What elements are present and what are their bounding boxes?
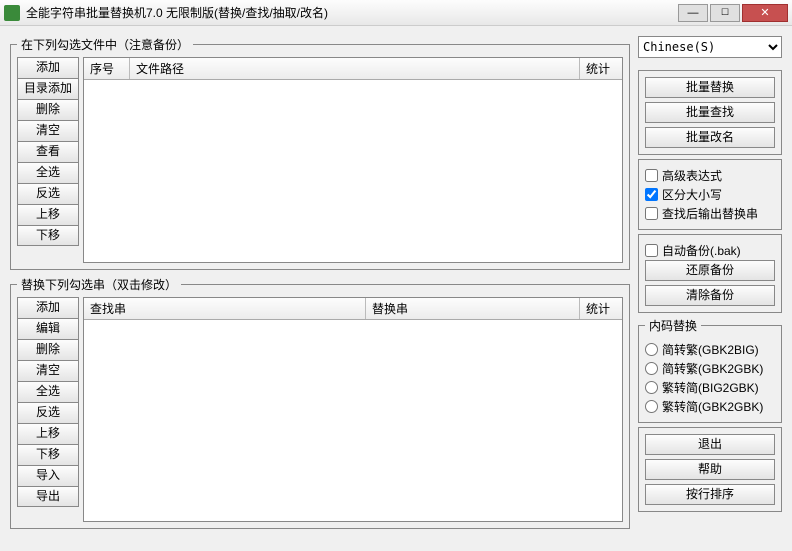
strings-add-button[interactable]: 添加 xyxy=(17,297,79,318)
files-select-all-button[interactable]: 全选 xyxy=(17,162,79,183)
files-col-path[interactable]: 文件路径 xyxy=(130,58,580,79)
bottom-buttons-panel: 退出 帮助 按行排序 xyxy=(638,427,782,512)
app-icon xyxy=(4,5,20,21)
exit-button[interactable]: 退出 xyxy=(645,434,775,455)
strings-edit-button[interactable]: 编辑 xyxy=(17,318,79,339)
close-button[interactable]: ✕ xyxy=(742,4,788,22)
strings-panel: 替换下列勾选串（双击修改） 添加 编辑 删除 清空 全选 反选 上移 下移 导入… xyxy=(10,276,630,529)
minimize-button[interactable]: — xyxy=(678,4,708,22)
files-invert-sel-button[interactable]: 反选 xyxy=(17,183,79,204)
conv-gbk2gbk-s2t-radio[interactable]: 简转繁(GBK2GBK) xyxy=(645,359,775,378)
encoding-select[interactable]: Chinese(S) xyxy=(638,36,782,58)
options-panel: 高级表达式 区分大小写 查找后输出替换串 xyxy=(638,159,782,230)
strings-col-find[interactable]: 查找串 xyxy=(84,298,366,319)
regex-checkbox[interactable]: 高级表达式 xyxy=(645,166,775,185)
backup-panel: 自动备份(.bak) 还原备份 清除备份 xyxy=(638,234,782,313)
strings-export-button[interactable]: 导出 xyxy=(17,486,79,507)
case-checkbox[interactable]: 区分大小写 xyxy=(645,185,775,204)
strings-button-column: 添加 编辑 删除 清空 全选 反选 上移 下移 导入 导出 xyxy=(17,297,79,522)
batch-replace-button[interactable]: 批量替换 xyxy=(645,77,775,98)
encoding-convert-panel: 内码替换 简转繁(GBK2BIG) 简转繁(GBK2GBK) 繁转简(BIG2G… xyxy=(638,317,782,423)
files-delete-button[interactable]: 删除 xyxy=(17,99,79,120)
maximize-button[interactable]: ☐ xyxy=(710,4,740,22)
batch-find-button[interactable]: 批量查找 xyxy=(645,102,775,123)
files-panel-legend: 在下列勾选文件中（注意备份） xyxy=(17,36,193,53)
conv-gbk2gbk-t2s-radio[interactable]: 繁转简(GBK2GBK) xyxy=(645,397,775,416)
files-table-body[interactable] xyxy=(84,80,622,262)
files-clear-button[interactable]: 清空 xyxy=(17,120,79,141)
restore-backup-button[interactable]: 还原备份 xyxy=(645,260,775,281)
strings-import-button[interactable]: 导入 xyxy=(17,465,79,486)
strings-panel-legend: 替换下列勾选串（双击修改） xyxy=(17,276,181,293)
auto-backup-checkbox[interactable]: 自动备份(.bak) xyxy=(645,241,775,260)
strings-table-body[interactable] xyxy=(84,320,622,521)
files-view-button[interactable]: 查看 xyxy=(17,141,79,162)
strings-move-up-button[interactable]: 上移 xyxy=(17,423,79,444)
strings-delete-button[interactable]: 删除 xyxy=(17,339,79,360)
strings-move-down-button[interactable]: 下移 xyxy=(17,444,79,465)
sort-lines-button[interactable]: 按行排序 xyxy=(645,484,775,505)
files-table[interactable]: 序号 文件路径 统计 xyxy=(83,57,623,263)
batch-rename-button[interactable]: 批量改名 xyxy=(645,127,775,148)
conv-gbk2big-radio[interactable]: 简转繁(GBK2BIG) xyxy=(645,340,775,359)
strings-col-replace[interactable]: 替换串 xyxy=(366,298,580,319)
files-move-up-button[interactable]: 上移 xyxy=(17,204,79,225)
window-title: 全能字符串批量替换机7.0 无限制版(替换/查找/抽取/改名) xyxy=(26,4,676,21)
files-button-column: 添加 目录添加 删除 清空 查看 全选 反选 上移 下移 xyxy=(17,57,79,263)
files-add-dir-button[interactable]: 目录添加 xyxy=(17,78,79,99)
clear-backup-button[interactable]: 清除备份 xyxy=(645,285,775,306)
files-col-stats[interactable]: 统计 xyxy=(580,58,622,79)
help-button[interactable]: 帮助 xyxy=(645,459,775,480)
strings-invert-sel-button[interactable]: 反选 xyxy=(17,402,79,423)
output-replace-checkbox[interactable]: 查找后输出替换串 xyxy=(645,204,775,223)
encoding-convert-legend: 内码替换 xyxy=(645,317,701,334)
titlebar: 全能字符串批量替换机7.0 无限制版(替换/查找/抽取/改名) — ☐ ✕ xyxy=(0,0,792,26)
files-panel: 在下列勾选文件中（注意备份） 添加 目录添加 删除 清空 查看 全选 反选 上移… xyxy=(10,36,630,270)
strings-col-stats[interactable]: 统计 xyxy=(580,298,622,319)
files-move-down-button[interactable]: 下移 xyxy=(17,225,79,246)
batch-actions-panel: 批量替换 批量查找 批量改名 xyxy=(638,70,782,155)
files-col-index[interactable]: 序号 xyxy=(84,58,130,79)
files-add-button[interactable]: 添加 xyxy=(17,57,79,78)
strings-select-all-button[interactable]: 全选 xyxy=(17,381,79,402)
conv-big2gbk-radio[interactable]: 繁转简(BIG2GBK) xyxy=(645,378,775,397)
strings-table[interactable]: 查找串 替换串 统计 xyxy=(83,297,623,522)
strings-clear-button[interactable]: 清空 xyxy=(17,360,79,381)
